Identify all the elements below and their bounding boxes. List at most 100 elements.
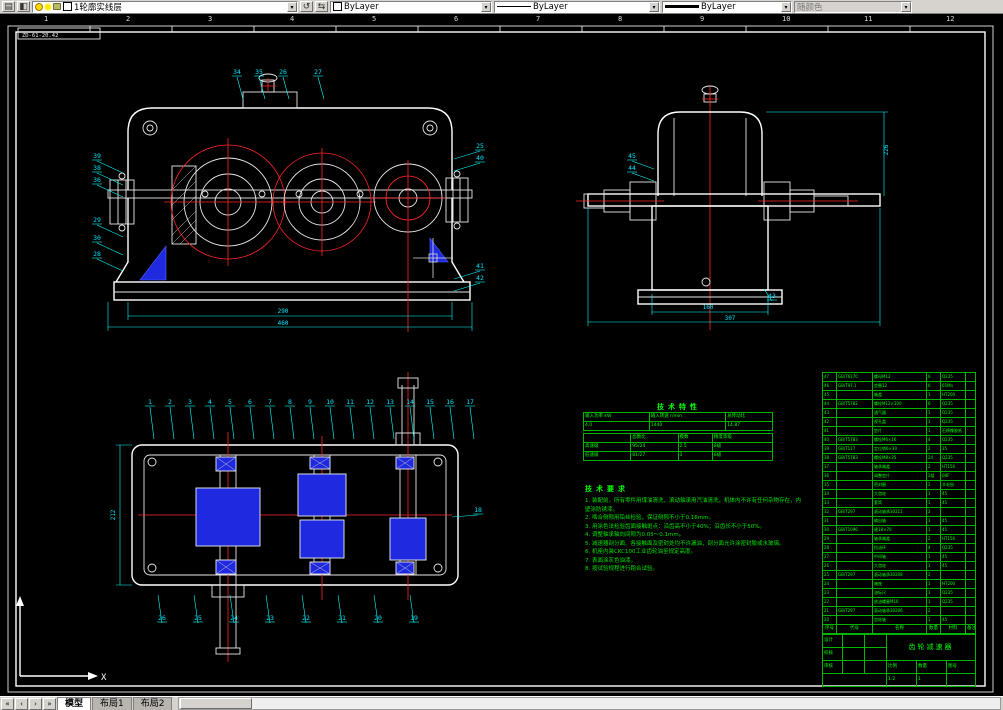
chevron-down-icon: ▾ (901, 1, 911, 12)
layer-color-swatch (63, 2, 72, 11)
drawing-canvas[interactable]: 1 2 3 4 5 6 7 8 9 10 11 12 ZD-61-20.42 2… (0, 14, 1003, 696)
svg-text:226: 226 (883, 144, 890, 155)
scrollbar-thumb[interactable] (180, 698, 253, 709)
balloon-44: 44 (628, 164, 636, 172)
balloon-14: 14 (406, 398, 414, 406)
balloon-22: 22 (302, 614, 310, 622)
front-view: 290 460 (107, 73, 473, 332)
bom-header: 序号 代号 名称 数量 材料 备注 (822, 624, 976, 634)
balloon-40: 40 (476, 154, 484, 162)
bom-row: 36 调整垫片 2组 08F (822, 471, 976, 481)
lineweight-dropdown[interactable]: ByLayer ▾ (662, 0, 792, 13)
balloon-38: 38 (93, 164, 101, 172)
plotstyle-dropdown: 随颜色 ▾ (794, 0, 912, 13)
bom-row: 28 挡油环 4 Q235 (822, 543, 976, 553)
layer-lock-icon (53, 3, 61, 10)
tech-cell: 4.0 (583, 421, 650, 431)
balloon-42: 42 (476, 274, 484, 282)
tech-cell: 总传动比 (725, 412, 773, 422)
bom-row: 43 通气器 1 Q235 (822, 408, 976, 418)
tech-table-1: 输入功率 kW 输入转速 r/min 总传动比 4.0 1440 14.87 (583, 412, 773, 431)
balloon-26: 26 (279, 68, 287, 76)
current-plotstyle-name: 随颜色 (797, 2, 823, 13)
balloon-12: 12 (366, 398, 374, 406)
balloon-24: 24 (230, 614, 238, 622)
last-tab-button[interactable]: » (43, 698, 56, 710)
tab-layout2[interactable]: 布局2 (132, 697, 173, 710)
current-lineweight-name: ByLayer (701, 1, 736, 12)
balloon-41: 41 (476, 262, 484, 270)
balloon-13: 13 (386, 398, 394, 406)
bom-row: 25 GB/T297 滚动轴承30208 2 (822, 570, 976, 580)
svg-text:212: 212 (110, 509, 117, 520)
title-block: 设计 齿轮减速器 校核 审核 比例 数量 图号 1:2 1 (822, 634, 976, 687)
bom-row: 23 油标尺 1 Q235 (822, 588, 976, 598)
bom-row: 22 放油螺塞M16 1 Q235 (822, 597, 976, 607)
tech-cell: 输入转速 r/min (648, 412, 727, 422)
balloon-20: 20 (374, 614, 382, 622)
svg-text:290: 290 (278, 308, 289, 315)
layer-manager-icon[interactable]: ▤ (2, 1, 15, 12)
first-tab-button[interactable]: « (1, 698, 14, 710)
next-tab-button[interactable]: › (29, 698, 42, 710)
layer-dropdown[interactable]: 1轮廓实线层 ▾ (32, 0, 298, 13)
sheet-corner-label: ZD-61-20.42 (22, 33, 58, 39)
bom-row: 45 箱盖 1 HT200 (822, 390, 976, 400)
balloon-45: 45 (628, 152, 636, 160)
balloon-27: 27 (314, 68, 322, 76)
bom-row: 33 套筒 1 45 (822, 498, 976, 508)
tech-cell: 81/27 (630, 451, 679, 461)
drawing-title: 齿轮减速器 (886, 634, 976, 661)
current-color-name: ByLayer (344, 1, 379, 12)
horizontal-scrollbar[interactable] (178, 697, 1001, 710)
balloon-26: 26 (158, 614, 166, 622)
make-object-layer-current-icon[interactable]: ◧ (17, 1, 30, 12)
balloon-5: 5 (228, 398, 232, 406)
tech-cell: 3 (677, 451, 713, 461)
balloon-35: 35 (255, 68, 263, 76)
layer-states-icon[interactable]: ⇆ (315, 1, 328, 12)
bom-row: 32 GB/T297 滚动轴承30211 2 (822, 507, 976, 517)
balloon-25: 25 (194, 614, 202, 622)
current-layer-name: 1轮廓实线层 (74, 2, 122, 13)
tech-cell: 高速级 (582, 442, 632, 452)
parts-list-table: 47 GB/T6170 螺母M12 6 Q235 46 GB/T97.1 垫圈12 6 65Mn 4… (822, 372, 976, 634)
layout-tab-bar: « ‹ › » 模型 布局1 布局2 (0, 696, 1003, 710)
balloon-4: 4 (208, 398, 212, 406)
balloon-39: 39 (93, 152, 101, 160)
tab-model[interactable]: 模型 (57, 697, 92, 710)
code-value (946, 673, 976, 687)
balloon-21: 21 (338, 614, 346, 622)
color-dropdown[interactable]: ByLayer ▾ (330, 0, 492, 13)
balloon-9: 9 (308, 398, 312, 406)
chevron-down-icon[interactable]: ▾ (287, 1, 297, 12)
balloon-43: 43 (768, 292, 776, 300)
previous-tab-button[interactable]: ‹ (15, 698, 28, 710)
balloon-30: 30 (93, 234, 101, 242)
code-label: 图号 (946, 660, 976, 674)
balloon-34: 34 (233, 68, 241, 76)
bom-row: 21 GB/T297 滚动轴承30206 2 (822, 606, 976, 616)
chevron-down-icon[interactable]: ▾ (481, 1, 491, 12)
balloon-16: 16 (446, 398, 454, 406)
tech-cell: 1440 (648, 421, 727, 431)
tech-cell: 14.87 (725, 421, 773, 431)
chevron-down-icon[interactable]: ▾ (781, 1, 791, 12)
bom-row: 30 GB/T1096 键18×70 1 45 (822, 525, 976, 535)
linetype-dropdown[interactable]: ByLayer ▾ (494, 0, 660, 13)
chevron-down-icon[interactable]: ▾ (649, 1, 659, 12)
current-linetype-name: ByLayer (533, 1, 568, 12)
side-view: 160 307 226 (576, 85, 890, 330)
scale-value: 1:2 (886, 673, 917, 687)
svg-text:460: 460 (278, 320, 289, 327)
lineweight-sample-icon (665, 5, 699, 8)
balloon-1: 1 (148, 398, 152, 406)
bom-row: 20 齿轮轴 1 45 (822, 615, 976, 625)
cad-application: ▤ ◧ 1轮廓实线层 ▾ ↺ ⇆ ByLayer ▾ ByLayer ▾ ByL… (0, 0, 1003, 710)
svg-text:160: 160 (703, 304, 714, 311)
tech-cell: 95/24 (630, 442, 679, 452)
layer-previous-icon[interactable]: ↺ (300, 1, 313, 12)
ucs-icon: X (16, 596, 107, 683)
qty-label: 数量 (916, 660, 947, 674)
tab-layout1[interactable]: 布局1 (92, 697, 132, 710)
